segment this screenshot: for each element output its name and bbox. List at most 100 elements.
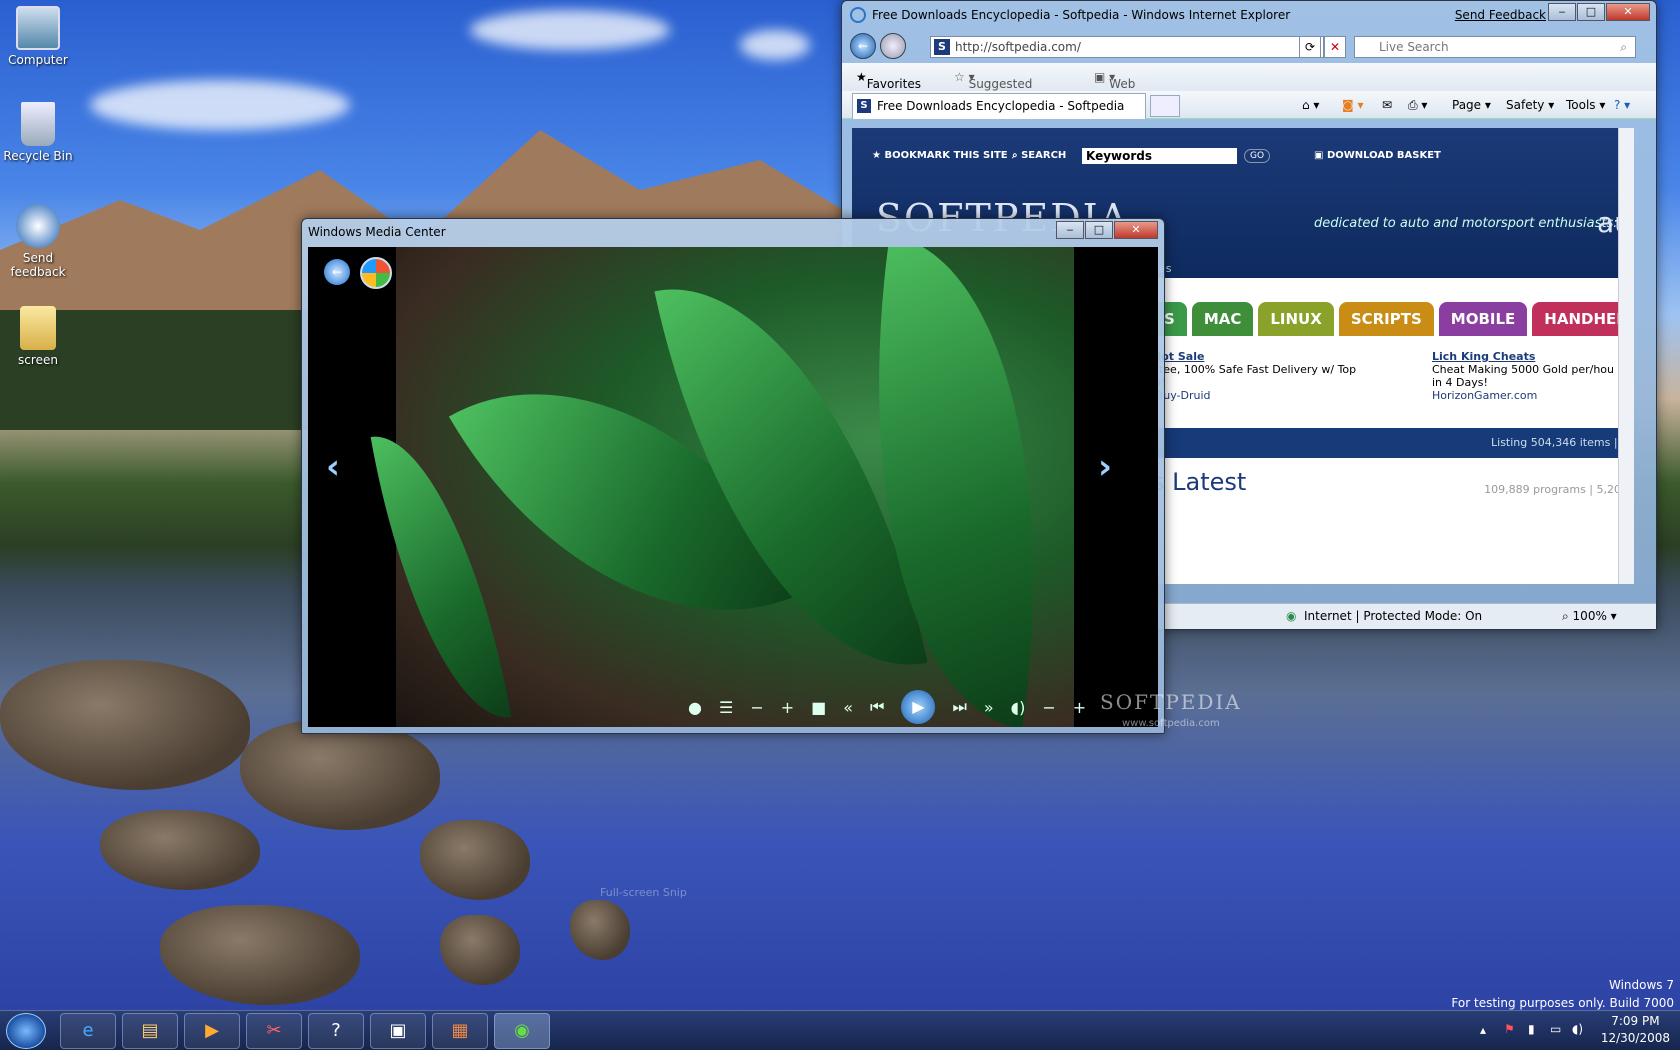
rewind-icon[interactable]: « — [843, 698, 853, 717]
tools-menu[interactable]: Tools ▾ — [1566, 98, 1605, 112]
page-menu[interactable]: Page ▾ — [1452, 98, 1491, 112]
close-button[interactable]: ✕ — [1114, 221, 1158, 239]
desktop-icon-recycle-bin[interactable]: Recycle Bin — [2, 102, 74, 163]
ad-url: HorizonGamer.com — [1432, 389, 1538, 402]
site-search-input[interactable]: Keywords — [1082, 148, 1237, 164]
action-center-icon[interactable]: ⚑ — [1504, 1022, 1515, 1036]
taskbar: e ▤ ▶ ✂ ? ▣ ▦ ◉ ▴ ⚑ ▮ ▭ ◖) 7:09 PM 12/30… — [0, 1010, 1680, 1050]
clock-time: 7:09 PM — [1611, 1014, 1660, 1028]
favorites-button[interactable]: ★ Favorites — [856, 70, 921, 91]
minimize-button[interactable]: ‒ — [1548, 3, 1576, 21]
home-icon[interactable]: ⌂ ▾ — [1302, 98, 1319, 112]
volume-icon[interactable]: ◖) — [1011, 698, 1026, 717]
bookmark-link[interactable]: ★ BOOKMARK THIS SITE — [872, 150, 1008, 161]
category-tab-mobile[interactable]: MOBILE — [1438, 302, 1528, 336]
category-tab-linux[interactable]: LINUX — [1258, 302, 1334, 336]
category-tab-mac[interactable]: MAC — [1191, 302, 1254, 336]
previous-photo-arrow[interactable]: ‹ — [326, 447, 340, 487]
show-hidden-icons[interactable]: ▴ — [1480, 1023, 1486, 1037]
close-button[interactable]: ✕ — [1606, 3, 1650, 21]
list-icon[interactable]: ☰ — [719, 698, 733, 717]
desktop-icon-send-feedback[interactable]: Send feedback — [2, 204, 74, 279]
rock — [420, 820, 530, 900]
search-icon[interactable]: ⌕ — [1620, 37, 1627, 57]
ie-navigation-bar: ← S http://softpedia.com/ ⟳ ✕ Live Searc… — [842, 29, 1656, 63]
fast-forward-icon[interactable]: » — [984, 698, 994, 717]
ie-title-bar[interactable]: Free Downloads Encyclopedia - Softpedia … — [842, 1, 1656, 29]
back-button[interactable]: ← — [850, 33, 876, 59]
web-slice-gallery-link[interactable]: ▣ Web Slice Gallery ▾ — [1094, 70, 1152, 119]
skip-back-icon[interactable]: ⏮ — [870, 697, 884, 717]
desktop-icon-label: Send feedback — [10, 251, 66, 279]
taskbar-ie-icon[interactable]: e — [60, 1013, 116, 1049]
ad-2[interactable]: Lich King Cheats Cheat Making 5000 Gold … — [1432, 350, 1632, 402]
sponsored-ads: Hot Sale ntee, 100% Safe Fast Delivery w… — [1152, 350, 1634, 428]
recycle-bin-icon — [21, 102, 55, 146]
taskbar-snipping-tool-icon[interactable]: ✂ — [246, 1013, 302, 1049]
ad-title[interactable]: Lich King Cheats — [1432, 350, 1632, 363]
taskbar-explorer-icon[interactable]: ▤ — [122, 1013, 178, 1049]
category-tab-scripts[interactable]: SCRIPTS — [1338, 302, 1434, 336]
tab-softpedia[interactable]: S Free Downloads Encyclopedia - Softpedi… — [852, 93, 1146, 119]
download-basket-link[interactable]: ▣ DOWNLOAD BASKET — [1314, 150, 1441, 161]
maximize-button[interactable]: □ — [1577, 3, 1605, 21]
volume-down-icon[interactable]: − — [1042, 698, 1055, 717]
power-icon[interactable]: ▮ — [1528, 1022, 1535, 1036]
media-center-window[interactable]: Windows Media Center ‒ □ ✕ ← ‹ › ● ☰ − +… — [301, 218, 1165, 734]
volume-up-icon[interactable]: + — [1073, 698, 1086, 717]
desktop-icon-computer[interactable]: Computer — [2, 6, 74, 67]
start-button[interactable] — [6, 1013, 46, 1049]
minus-icon[interactable]: − — [750, 698, 763, 717]
next-photo-arrow[interactable]: › — [1098, 447, 1112, 487]
new-tab-button[interactable] — [1150, 95, 1180, 117]
cloud — [740, 30, 810, 60]
zoom-control[interactable]: ⌕ 100% ▾ — [1562, 609, 1617, 624]
ad-text: w! — [1152, 376, 1392, 389]
favorites-bar: ★ Favorites ☆ Suggested Sites ▾ ▣ Web Sl… — [842, 63, 1656, 119]
windows-start-orb-icon[interactable] — [360, 257, 392, 289]
rock — [240, 720, 440, 830]
page-menu-label: Page — [1452, 98, 1482, 112]
refresh-button[interactable]: ⟳ — [1299, 36, 1321, 58]
go-button[interactable]: GO — [1244, 149, 1270, 163]
system-tray: ▴ ⚑ ▮ ▭ ◖) 7:09 PM 12/30/2008 — [1470, 1011, 1680, 1050]
stop-button[interactable]: ✕ — [1324, 36, 1346, 58]
print-icon[interactable]: ⎙ ▾ — [1408, 98, 1427, 113]
stop-icon[interactable]: ■ — [811, 698, 826, 717]
taskbar-media-center-icon[interactable]: ◉ — [494, 1013, 550, 1049]
safety-menu-label: Safety — [1506, 98, 1545, 112]
ad-1[interactable]: Hot Sale ntee, 100% Safe Fast Delivery w… — [1152, 350, 1392, 402]
window-title: Free Downloads Encyclopedia - Softpedia … — [872, 8, 1291, 22]
minimize-button[interactable]: ‒ — [1056, 221, 1084, 239]
send-feedback-link[interactable]: Send Feedback — [1455, 1, 1546, 29]
desktop-icon-screen[interactable]: screen — [2, 306, 74, 367]
wmc-back-button[interactable]: ← — [324, 259, 350, 285]
security-zone[interactable]: Internet | Protected Mode: On — [1304, 609, 1482, 623]
skip-forward-icon[interactable]: ⏭ — [952, 697, 966, 717]
snip-hint: Full-screen Snip — [600, 886, 687, 899]
safety-menu[interactable]: Safety ▾ — [1506, 98, 1554, 112]
plus-icon[interactable]: + — [781, 698, 794, 717]
ad-text: Cheat Making 5000 Gold per/hou — [1432, 363, 1615, 376]
network-icon[interactable]: ▭ — [1550, 1022, 1561, 1036]
help-icon[interactable]: ? ▾ — [1614, 98, 1630, 112]
ad-title[interactable]: Hot Sale — [1152, 350, 1392, 363]
suggested-sites-link[interactable]: ☆ Suggested Sites ▾ — [954, 70, 1032, 105]
mail-icon[interactable]: ✉ — [1382, 98, 1392, 112]
volume-tray-icon[interactable]: ◖) — [1572, 1022, 1583, 1036]
vertical-scrollbar[interactable] — [1618, 128, 1634, 584]
clock[interactable]: 7:09 PM 12/30/2008 — [1601, 1013, 1670, 1047]
forward-button[interactable] — [880, 33, 906, 59]
taskbar-gallery-icon[interactable]: ▦ — [432, 1013, 488, 1049]
record-icon[interactable]: ● — [688, 698, 702, 717]
play-button[interactable]: ▶ — [901, 690, 936, 724]
address-bar[interactable]: S http://softpedia.com/ — [930, 36, 1324, 58]
taskbar-help-icon[interactable]: ? — [308, 1013, 364, 1049]
wmc-viewer[interactable]: ← ‹ › ● ☰ − + ■ « ⏮ ▶ ⏭ » ◖) − + — [308, 247, 1158, 727]
maximize-button[interactable]: □ — [1085, 221, 1113, 239]
wmc-title-bar[interactable]: Windows Media Center ‒ □ ✕ — [302, 219, 1164, 247]
taskbar-window-icon[interactable]: ▣ — [370, 1013, 426, 1049]
feeds-icon[interactable]: ◙ ▾ — [1342, 98, 1363, 112]
taskbar-media-player-icon[interactable]: ▶ — [184, 1013, 240, 1049]
live-search-input[interactable]: Live Search ⌕ — [1354, 36, 1636, 58]
